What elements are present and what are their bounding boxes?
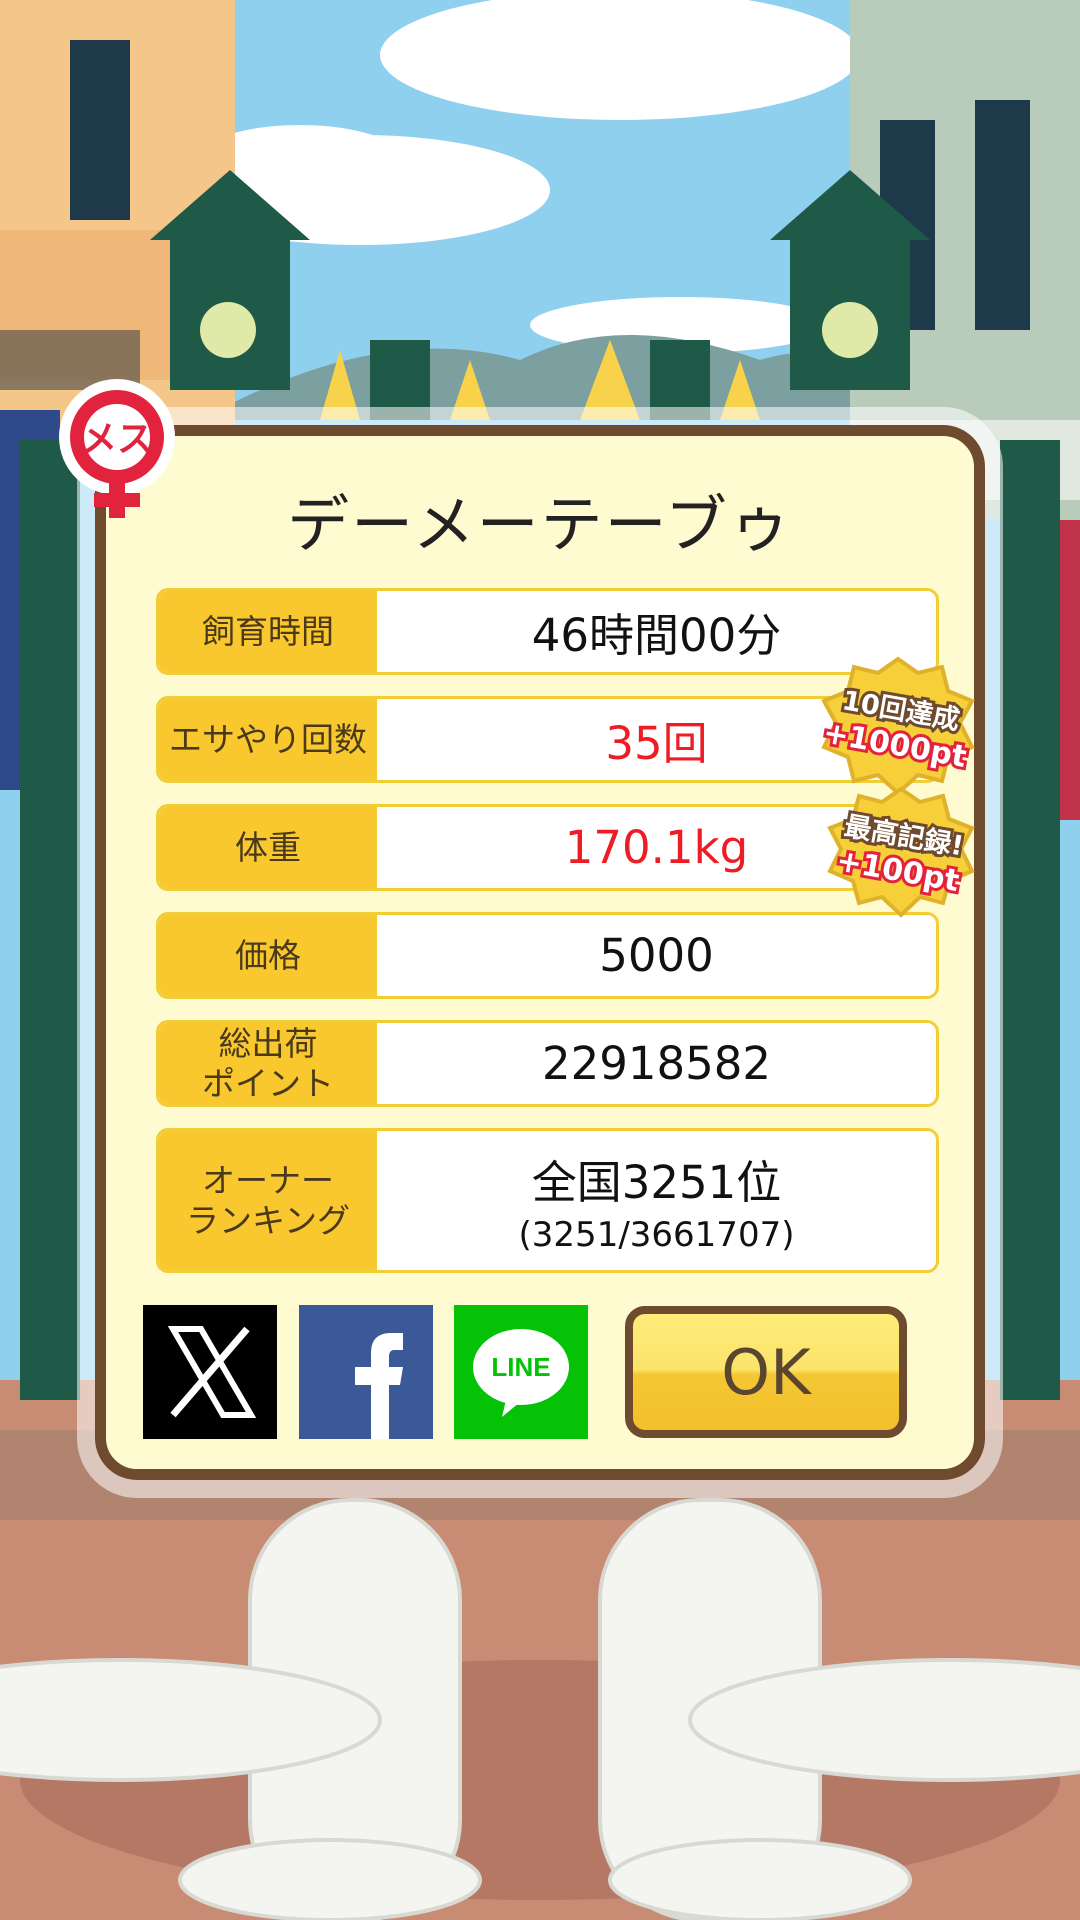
- ranking-national: 全国3251位: [531, 1156, 782, 1209]
- ok-button[interactable]: OK: [625, 1306, 907, 1438]
- row-label: 飼育時間: [159, 591, 377, 672]
- ranking-detail: (3251/3661707): [518, 1215, 795, 1255]
- facebook-logo-icon: [355, 1333, 403, 1439]
- row-value: 5000: [599, 929, 714, 982]
- female-gender-icon: メス: [59, 379, 175, 518]
- svg-text:メス: メス: [81, 419, 153, 460]
- row-label: 総出荷 ポイント: [159, 1023, 377, 1104]
- row-label: 体重: [159, 807, 377, 888]
- achievement-badge-feeding: 10回達成 +1000pt: [818, 656, 975, 796]
- row-owner-ranking: オーナー ランキング 全国3251位 (3251/3661707): [156, 1128, 939, 1273]
- row-label: 価格: [159, 915, 377, 996]
- pig-name-title: デーメーテーブゥ: [287, 488, 793, 561]
- share-line-button[interactable]: LINE: [454, 1305, 588, 1439]
- x-logo-icon: [167, 1326, 257, 1418]
- result-dialog: デーメーテーブゥ 飼育時間 46時間00分 エサやり回数 35回 体重 170.…: [95, 425, 985, 1480]
- line-logo-icon: LINE: [473, 1329, 569, 1417]
- row-total-shipment-points: 総出荷 ポイント 22918582: [156, 1020, 939, 1107]
- svg-text:LINE: LINE: [491, 1352, 550, 1382]
- achievement-badge-record: 最高記録! +100pt: [827, 786, 975, 918]
- row-value: 22918582: [541, 1037, 772, 1090]
- row-price: 価格 5000: [156, 912, 939, 999]
- row-label: オーナー ランキング: [159, 1131, 377, 1270]
- row-value: 全国3251位 (3251/3661707): [377, 1131, 936, 1270]
- share-x-button[interactable]: [143, 1305, 277, 1439]
- row-label: エサやり回数: [159, 699, 377, 780]
- share-facebook-button[interactable]: [299, 1305, 433, 1439]
